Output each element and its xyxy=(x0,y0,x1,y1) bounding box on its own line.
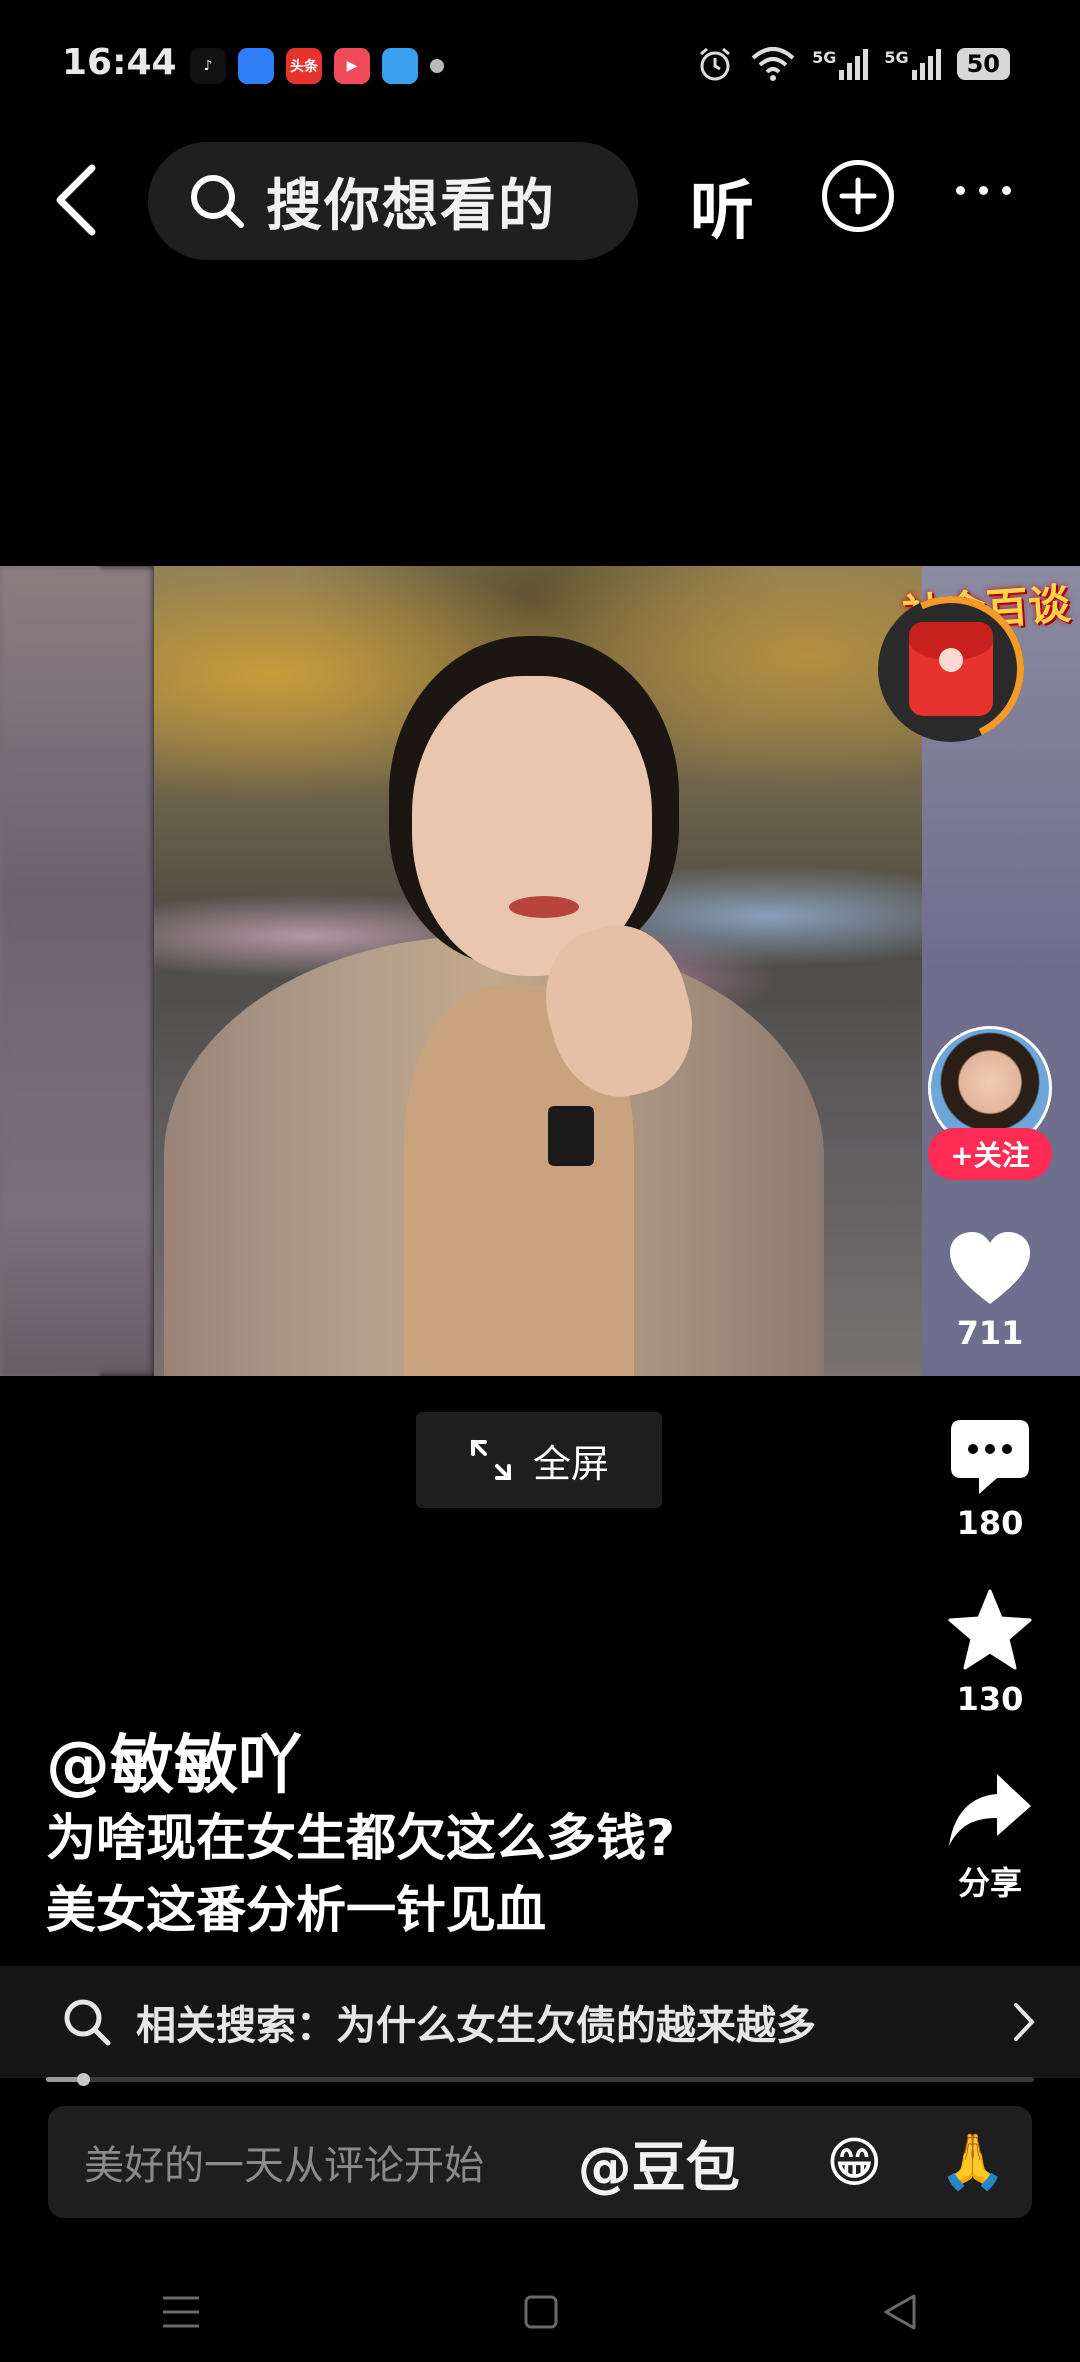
toutiao-icon: 头条 xyxy=(286,48,322,84)
comment-bar[interactable]: 美好的一天从评论开始 @豆包 😁 🙏 xyxy=(48,2106,1032,2218)
signal-bars-icon xyxy=(839,49,869,80)
search-icon xyxy=(64,1999,111,2046)
related-search-bar[interactable]: 相关搜索：为什么女生欠债的越来越多 xyxy=(0,1966,1080,2078)
favorite-count: 130 xyxy=(956,1680,1024,1718)
signal-bars-icon xyxy=(911,49,941,80)
more-options-button[interactable] xyxy=(956,186,1011,195)
video-blur-left xyxy=(0,566,154,1376)
like-count: 711 xyxy=(956,1314,1024,1352)
star-icon xyxy=(948,1589,1032,1670)
home-icon[interactable] xyxy=(523,2294,559,2330)
share-arrow-icon xyxy=(949,1774,1031,1846)
more-notifications-icon xyxy=(430,59,444,73)
search-placeholder: 搜你想看的 xyxy=(266,173,556,239)
author-name[interactable]: @敏敏吖 xyxy=(46,1714,302,1806)
comment-button[interactable]: 180 xyxy=(928,1418,1052,1542)
share-button[interactable]: 分享 xyxy=(928,1772,1052,1904)
dot-icon xyxy=(1002,186,1011,195)
video-frame xyxy=(154,566,922,1376)
person-lips xyxy=(509,896,579,918)
mention-button[interactable]: @豆包 xyxy=(578,2123,795,2202)
network-1-label: 5G xyxy=(812,48,837,67)
dot-icon xyxy=(956,186,965,195)
status-right: 5G 5G 50 xyxy=(696,44,1010,84)
grin-emoji-button[interactable]: 😁 xyxy=(795,2131,914,2194)
browser-icon xyxy=(238,48,274,84)
video-caption: 为啥现在女生都欠这么多钱? 美女这番分析一针见血 xyxy=(46,1809,676,1939)
status-time: 16:44 xyxy=(62,42,177,83)
playback-scrubber[interactable] xyxy=(76,2073,90,2086)
lapel-mic xyxy=(548,1106,594,1166)
battery-level: 50 xyxy=(966,50,1000,78)
wifi-icon xyxy=(751,47,795,81)
back-triangle-icon[interactable] xyxy=(880,2292,920,2332)
pray-emoji-button[interactable]: 🙏 xyxy=(914,2130,1033,2194)
tiktok-icon: ♪ xyxy=(190,48,226,84)
network-2-label: 5G xyxy=(884,48,909,67)
search-input[interactable]: 搜你想看的 xyxy=(148,142,638,260)
fullscreen-label: 全屏 xyxy=(532,1441,609,1486)
battery-icon: 50 xyxy=(956,48,1010,80)
status-app-icons: ♪ 头条 ▶ xyxy=(190,46,444,86)
share-label: 分享 xyxy=(957,1864,1022,1902)
plus-icon xyxy=(839,177,877,215)
dot-icon xyxy=(979,186,988,195)
listen-button[interactable]: 听 xyxy=(690,160,754,252)
system-nav-bar xyxy=(0,2262,1080,2362)
expand-icon xyxy=(470,1440,511,1480)
signal-2: 5G xyxy=(884,48,941,80)
comment-icon xyxy=(951,1420,1029,1494)
back-button[interactable] xyxy=(48,160,104,240)
like-button[interactable]: 711 xyxy=(928,1230,1052,1352)
chevron-right-icon xyxy=(1014,2003,1035,2041)
alarm-icon xyxy=(700,47,731,81)
add-button[interactable] xyxy=(822,160,894,232)
video-app-icon: ▶ xyxy=(334,48,370,84)
heart-icon xyxy=(950,1232,1030,1304)
signal-1: 5G xyxy=(812,48,869,80)
playback-progress-bar[interactable] xyxy=(46,2073,1034,2086)
wallet-icon xyxy=(382,48,418,84)
search-icon xyxy=(191,175,244,228)
comment-input[interactable]: 美好的一天从评论开始 xyxy=(84,2133,578,2191)
related-search-label: 相关搜索：为什么女生欠债的越来越多 xyxy=(136,2003,816,2049)
follow-button[interactable]: +关注 xyxy=(928,1128,1052,1180)
fullscreen-button[interactable]: 全屏 xyxy=(416,1412,662,1508)
menu-icon[interactable] xyxy=(160,2294,202,2330)
favorite-button[interactable]: 130 xyxy=(928,1588,1052,1718)
comment-count: 180 xyxy=(956,1504,1024,1542)
